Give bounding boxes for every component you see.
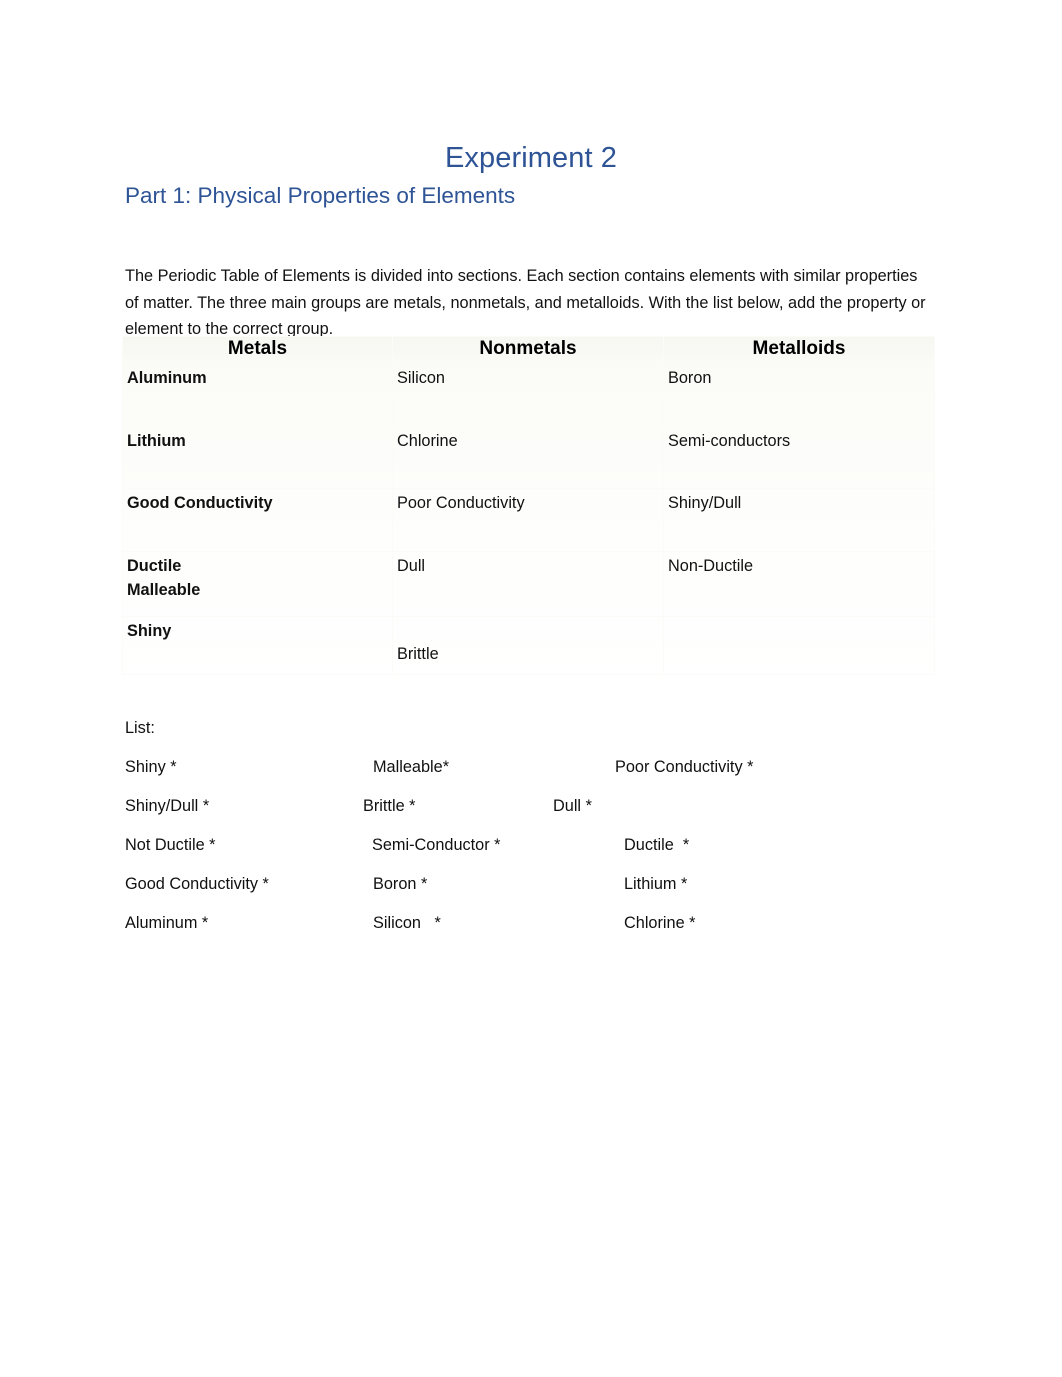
cell-text: Non-Ductile xyxy=(668,557,754,575)
cell-metals-4[interactable]: Ductile Malleable xyxy=(122,551,393,617)
column-header-metalloids: Metalloids xyxy=(663,336,935,364)
table-row: Lithium Chlorine Semi-conductors xyxy=(122,426,935,489)
cell-text: Shiny xyxy=(127,622,172,640)
page-subtitle: Part 1: Physical Properties of Elements xyxy=(125,183,516,208)
cell-text: Semi-conductors xyxy=(668,432,791,450)
cell-metalloids-2[interactable]: Semi-conductors xyxy=(663,426,935,489)
list-item: Shiny * xyxy=(125,758,177,776)
cell-nonmetals-1[interactable]: Silicon xyxy=(392,363,664,427)
list-item: Dull * xyxy=(553,797,592,815)
cell-text: Dull xyxy=(397,557,426,575)
list-item: Aluminum * xyxy=(125,914,209,932)
list-item: Semi-Conductor * xyxy=(372,836,501,854)
cell-metals-3[interactable]: Good Conductivity xyxy=(122,488,393,552)
cell-metalloids-1[interactable]: Boron xyxy=(663,363,935,427)
cell-text: Chlorine xyxy=(397,432,458,450)
list-row: Shiny/Dull * Brittle * Dull * xyxy=(0,794,1062,833)
cell-metals-1[interactable]: Aluminum xyxy=(122,363,393,427)
cell-text: Brittle xyxy=(397,645,439,663)
list-row: Good Conductivity * Boron * Lithium * xyxy=(0,872,1062,911)
cell-nonmetals-5[interactable]: Brittle xyxy=(392,616,664,675)
cell-text: Lithium xyxy=(127,432,186,450)
cell-metals-5[interactable]: Shiny xyxy=(122,616,393,675)
cell-text: Shiny/Dull xyxy=(668,494,742,512)
intro-paragraph: The Periodic Table of Elements is divide… xyxy=(125,267,926,338)
cell-text: Good Conductivity xyxy=(127,494,273,512)
list-item: Shiny/Dull * xyxy=(125,797,210,815)
cell-text: Boron xyxy=(668,369,712,387)
list-row: Not Ductile * Semi-Conductor * Ductile * xyxy=(0,833,1062,872)
cell-text: Ductile Malleable xyxy=(127,557,201,599)
table-row: Ductile Malleable Dull Non-Ductile xyxy=(122,551,935,617)
column-header-nonmetals: Nonmetals xyxy=(392,336,664,364)
list-item: Malleable* xyxy=(373,758,450,776)
cell-text: Aluminum xyxy=(127,369,207,387)
cell-nonmetals-3[interactable]: Poor Conductivity xyxy=(392,488,664,552)
properties-table-container: Metals Nonmetals Metalloids Aluminum Sil… xyxy=(122,336,935,680)
list-item: Ductile * xyxy=(624,836,690,854)
list-section: Shiny * Malleable* Poor Conductivity * S… xyxy=(0,755,1062,950)
list-item: Not Ductile * xyxy=(125,836,216,854)
list-item: Boron * xyxy=(373,875,428,893)
page-title: Experiment 2 xyxy=(444,142,618,174)
cell-text: Poor Conductivity xyxy=(397,494,525,512)
list-item: Chlorine * xyxy=(624,914,696,932)
cell-nonmetals-2[interactable]: Chlorine xyxy=(392,426,664,489)
properties-table: Metals Nonmetals Metalloids Aluminum Sil… xyxy=(122,336,935,675)
cell-text xyxy=(664,617,934,619)
document-page: Experiment 2 Part 1: Physical Properties… xyxy=(0,0,1062,1377)
cell-metals-2[interactable]: Lithium xyxy=(122,426,393,489)
list-item: Brittle * xyxy=(363,797,416,815)
list-label: List: xyxy=(125,719,155,737)
list-row: Shiny * Malleable* Poor Conductivity * xyxy=(0,755,1062,794)
list-item: Silicon * xyxy=(373,914,441,932)
table-row: Aluminum Silicon Boron xyxy=(122,363,935,427)
cell-nonmetals-4[interactable]: Dull xyxy=(392,551,664,617)
cell-metalloids-5[interactable] xyxy=(663,616,935,675)
list-item: Lithium * xyxy=(624,875,688,893)
column-header-metals: Metals xyxy=(122,336,393,364)
table-header-row: Metals Nonmetals Metalloids xyxy=(122,336,935,364)
cell-metalloids-3[interactable]: Shiny/Dull xyxy=(663,488,935,552)
table-row: Good Conductivity Poor Conductivity Shin… xyxy=(122,488,935,552)
cell-text: Silicon xyxy=(397,369,445,387)
cell-metalloids-4[interactable]: Non-Ductile xyxy=(663,551,935,617)
list-item: Good Conductivity * xyxy=(125,875,269,893)
list-item: Poor Conductivity * xyxy=(615,758,754,776)
list-row: Aluminum * Silicon * Chlorine * xyxy=(0,911,1062,950)
table-row: Shiny Brittle xyxy=(122,616,935,675)
